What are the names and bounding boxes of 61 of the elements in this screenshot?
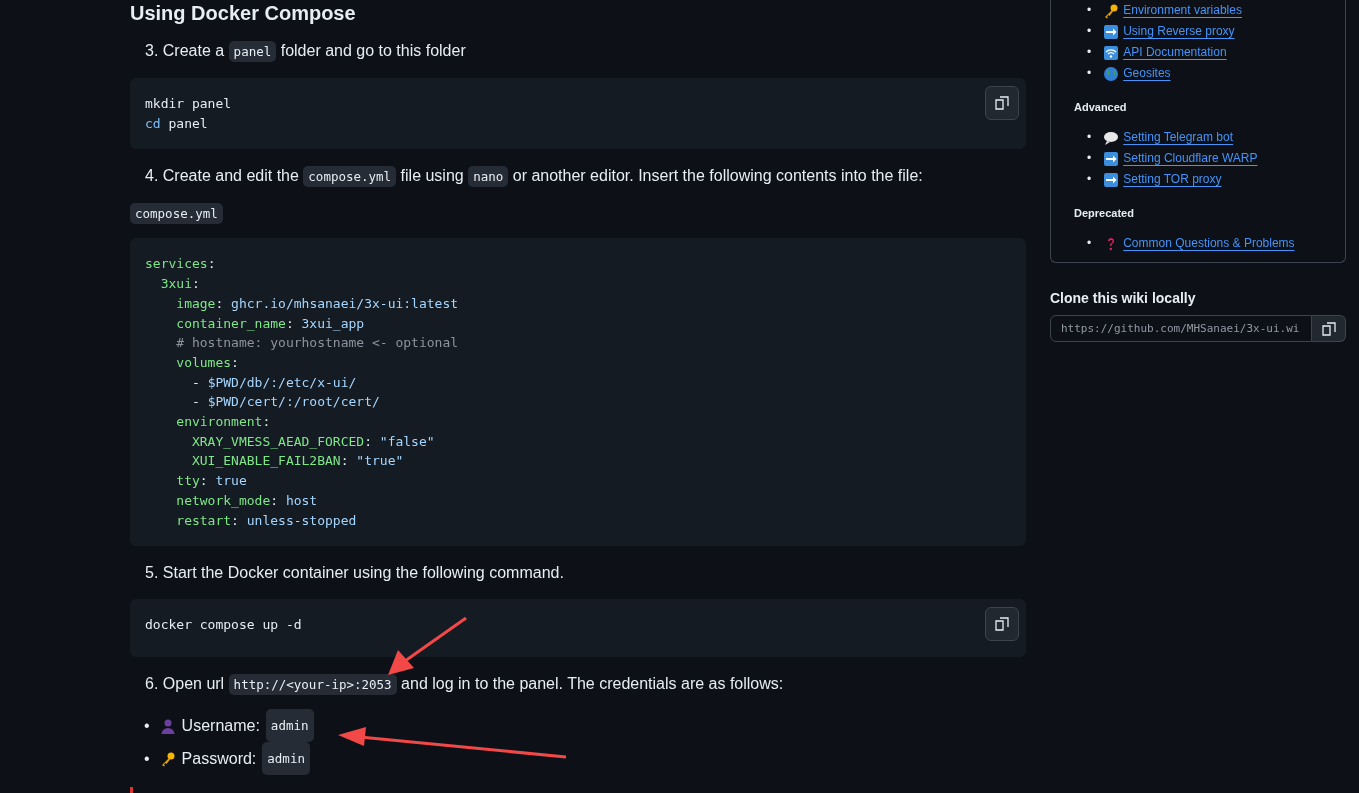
step-text: 5. Start the Docker container using the following command. [145, 563, 565, 584]
code-line: network_mode: host [175, 491, 319, 510]
section-title: Deprecated [1074, 207, 1135, 219]
step-text: 4. Create and edit the compose.yml file using nano or another editor. Insert the following contents into the file: [145, 164, 1026, 190]
credential-label: Username: [181, 716, 260, 737]
code-line: cd panel [145, 114, 209, 133]
code-line: tty: true [175, 472, 248, 491]
code-line: 3xui: [159, 275, 201, 294]
section-title: Advanced [1074, 101, 1128, 113]
bullet: • [1087, 65, 1092, 82]
code-line: image: ghcr.io/mhsanaei/3x-ui:latest [175, 294, 459, 313]
code-line: XUI_ENABLE_FAIL2BAN: "true" [190, 452, 405, 471]
wiki-page-link[interactable]: Geosites [1103, 63, 1171, 84]
code-line: services: [145, 255, 217, 274]
accent-bar [130, 787, 133, 793]
code-line: - $PWD/db/:/etc/x-ui/ [190, 373, 358, 392]
bullet: • [144, 716, 150, 737]
key-icon [1103, 2, 1120, 19]
signal-icon [1103, 44, 1120, 61]
speech-bubble-icon [1103, 129, 1120, 146]
copy-icon [994, 95, 1010, 111]
code-line: environment: [175, 413, 272, 432]
code-line: container_name: 3xui_app [175, 314, 366, 333]
clone-url-field[interactable]: https://github.com/MHSanaei/3x-ui.wi [1050, 315, 1312, 342]
bullet: • [1087, 44, 1092, 61]
copy-button[interactable] [1312, 315, 1346, 342]
bullet: • [1087, 129, 1092, 146]
code-line: mkdir panel [145, 95, 232, 113]
code-line: volumes: [175, 353, 240, 372]
globe-icon [1103, 65, 1120, 82]
code-line: restart: unless-stopped [175, 511, 358, 530]
bullet: • [1087, 150, 1092, 167]
credential-label: Password: [181, 749, 257, 770]
credential-value: admin [265, 709, 314, 743]
credential-value: admin [262, 742, 310, 776]
wiki-page-link[interactable]: Setting Telegram bot [1103, 127, 1234, 148]
bullet: • [1087, 171, 1092, 188]
clone-heading: Clone this wiki locally [1050, 290, 1197, 306]
code-line: XRAY_VMESS_AEAD_FORCED: "false" [190, 432, 436, 451]
copy-button[interactable] [985, 86, 1019, 120]
bullet: • [1087, 235, 1092, 252]
wiki-page-link[interactable]: Environment variables [1103, 0, 1242, 21]
wiki-page-link[interactable]: Setting TOR proxy [1103, 169, 1222, 190]
section-heading: Using Docker Compose [130, 1, 357, 25]
step-text: 3. Create a panel folder and go to this folder [145, 39, 1026, 64]
wiki-page-link[interactable]: API Documentation [1103, 42, 1227, 63]
bullet: • [144, 749, 150, 770]
code-line: # hostname: yourhostname <- optional [175, 334, 459, 353]
bullet: • [1087, 23, 1092, 40]
copy-button[interactable] [985, 607, 1019, 642]
bullet: • [1087, 2, 1092, 19]
person-icon [159, 717, 176, 734]
wiki-page-link[interactable]: Using Reverse proxy [1103, 21, 1235, 42]
wiki-page-link[interactable]: Common Questions & Problems [1103, 233, 1295, 254]
code-line: - $PWD/cert/:/root/cert/ [190, 393, 381, 412]
copy-icon [994, 616, 1010, 633]
copy-icon [1320, 320, 1337, 337]
wiki-page-link[interactable]: Setting Cloudflare WARP [1103, 148, 1258, 169]
step-text: 6. Open url http://<your-ip>:2053 and log in to the panel. The credentials are as follows: [145, 672, 1026, 698]
file-name-label: compose.yml [130, 203, 223, 225]
code-line: docker compose up -d [145, 616, 302, 635]
